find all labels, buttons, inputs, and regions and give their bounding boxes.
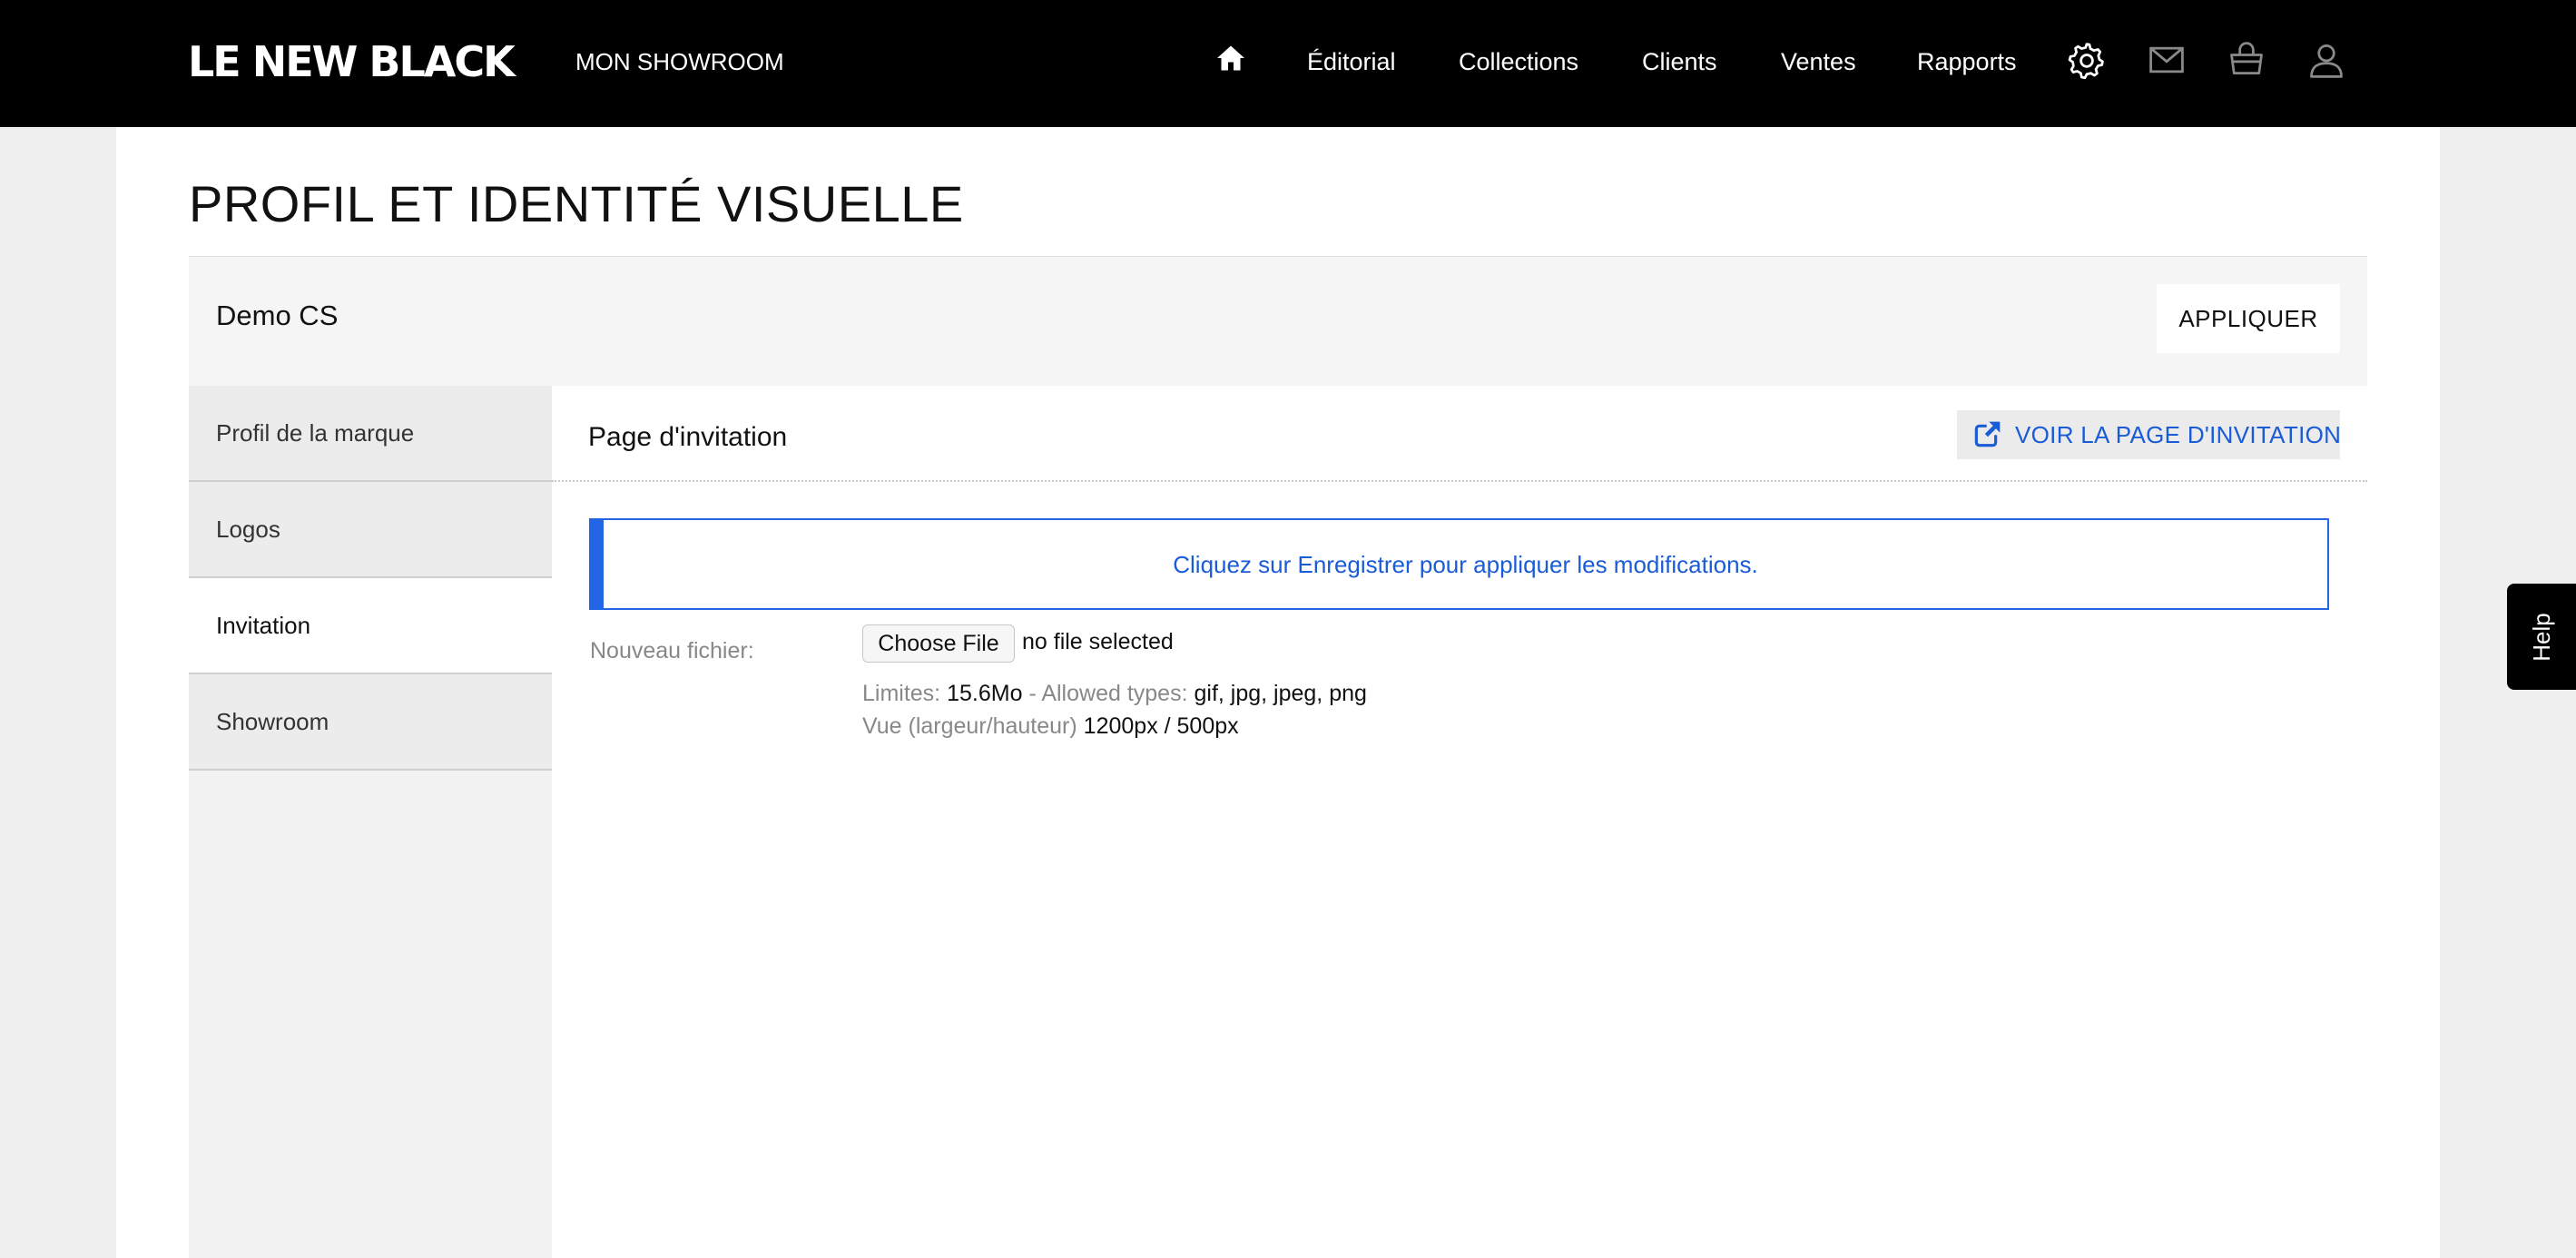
dimensions-value: 1200px / 500px — [1083, 713, 1239, 739]
nav-clients[interactable]: Clients — [1642, 45, 1717, 78]
external-link-icon — [1974, 420, 2001, 447]
file-dimensions: Vue (largeur/hauteur) 1200px / 500px — [862, 711, 1239, 742]
sidebar-item-label: Profil de la marque — [216, 419, 415, 447]
section-label[interactable]: MON SHOWROOM — [575, 45, 784, 78]
nav-editorial[interactable]: Éditorial — [1307, 45, 1396, 78]
new-file-label: Nouveau fichier: — [590, 638, 754, 663]
basket-icon[interactable] — [2227, 40, 2266, 80]
alert-message: Cliquez sur Enregistrer pour appliquer l… — [1173, 550, 1758, 578]
help-label: Help — [2528, 612, 2555, 662]
types-value: gif, jpg, jpeg, png — [1194, 681, 1367, 706]
sidebar-item-label: Logos — [216, 516, 280, 543]
panel-divider — [552, 480, 2367, 482]
view-invitation-page-button[interactable]: VOIR LA PAGE D'INVITATION — [1957, 410, 2342, 459]
home-icon[interactable] — [1214, 42, 1247, 74]
nav-ventes[interactable]: Ventes — [1781, 45, 1856, 78]
user-icon[interactable] — [2306, 40, 2346, 80]
choose-file-button[interactable]: Choose File — [862, 624, 1015, 663]
info-alert: Cliquez sur Enregistrer pour appliquer l… — [589, 518, 2329, 610]
sidebar-item-label: Showroom — [216, 708, 329, 735]
file-status-text: no file selected — [1022, 629, 1174, 654]
file-limits: Limites: 15.6Mo - Allowed types: gif, jp… — [862, 678, 1367, 709]
apply-button[interactable]: APPLIQUER — [2157, 284, 2340, 353]
limits-label: Limites: — [862, 681, 941, 706]
help-tab[interactable]: Help — [2507, 584, 2576, 690]
nav-rapports[interactable]: Rapports — [1917, 45, 2017, 78]
sidebar-item-label: Invitation — [216, 612, 311, 639]
gear-icon[interactable] — [2067, 40, 2107, 80]
mail-icon[interactable] — [2147, 40, 2187, 80]
sidebar-item-brand-profile[interactable]: Profil de la marque — [189, 386, 552, 482]
types-label: - Allowed types: — [1028, 681, 1188, 706]
page-title: PROFIL ET IDENTITÉ VISUELLE — [189, 175, 964, 232]
brand-name: Demo CS — [216, 300, 339, 331]
limits-value: 15.6Mo — [947, 681, 1023, 706]
sidebar-item-showroom[interactable]: Showroom — [189, 674, 552, 771]
view-invitation-label: VOIR LA PAGE D'INVITATION — [2015, 421, 2342, 448]
brand-header-band — [189, 256, 2367, 386]
dimensions-label: Vue (largeur/hauteur) — [862, 713, 1077, 739]
panel-title: Page d'invitation — [588, 422, 788, 452]
sidebar-item-logos[interactable]: Logos — [189, 482, 552, 578]
sidebar-item-invitation[interactable]: Invitation — [189, 578, 552, 674]
nav-collections[interactable]: Collections — [1459, 45, 1578, 78]
brand-logo[interactable]: LE NEW BLACK — [188, 40, 516, 84]
